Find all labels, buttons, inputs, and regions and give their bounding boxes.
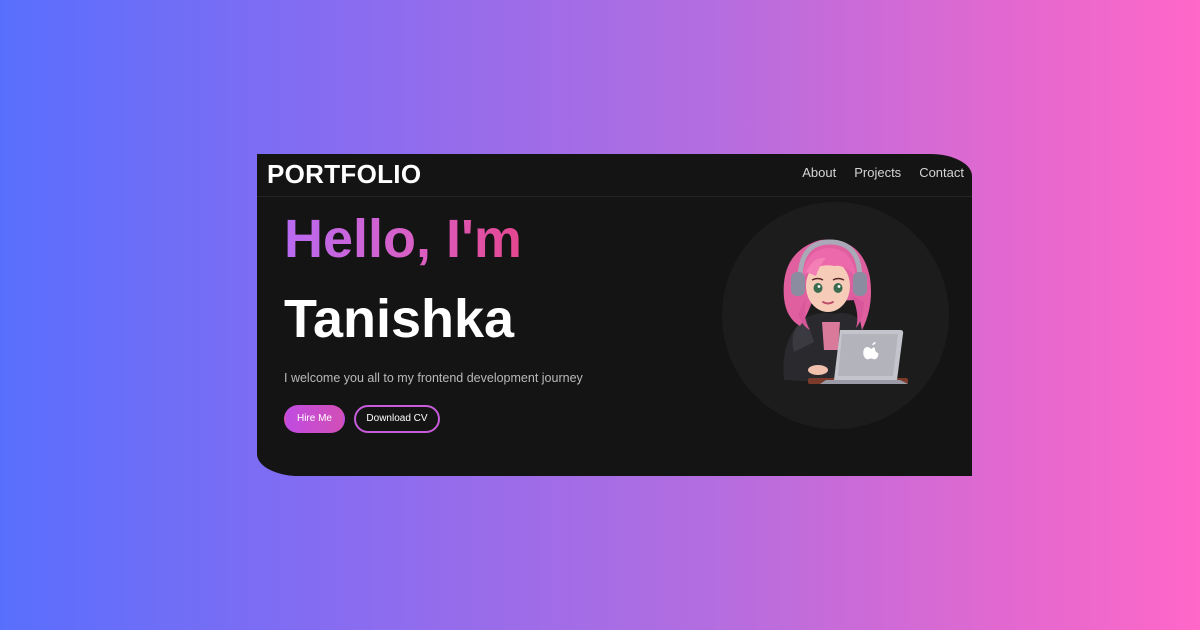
hero-name: Tanishka bbox=[284, 289, 515, 349]
hero-greeting: Hello, I'm bbox=[284, 206, 522, 272]
nav-link-about[interactable]: About bbox=[802, 165, 836, 181]
nav-link-projects[interactable]: Projects bbox=[854, 165, 901, 181]
download-cv-button[interactable]: Download CV bbox=[354, 405, 440, 433]
nav-link-contact[interactable]: Contact bbox=[919, 165, 964, 181]
avatar-circle bbox=[722, 202, 949, 429]
nav-links: About Projects Contact bbox=[802, 165, 964, 181]
hire-me-button[interactable]: Hire Me bbox=[284, 405, 345, 433]
hero-tagline: I welcome you all to my frontend develop… bbox=[284, 371, 583, 385]
logo[interactable]: PORTFOLIO bbox=[267, 158, 421, 190]
navbar: PORTFOLIO About Projects Contact bbox=[257, 154, 972, 197]
portfolio-card: PORTFOLIO About Projects Contact Hello, … bbox=[257, 154, 972, 476]
hero-buttons: Hire Me Download CV bbox=[284, 405, 440, 433]
girl-with-laptop-avatar-icon bbox=[783, 239, 908, 384]
